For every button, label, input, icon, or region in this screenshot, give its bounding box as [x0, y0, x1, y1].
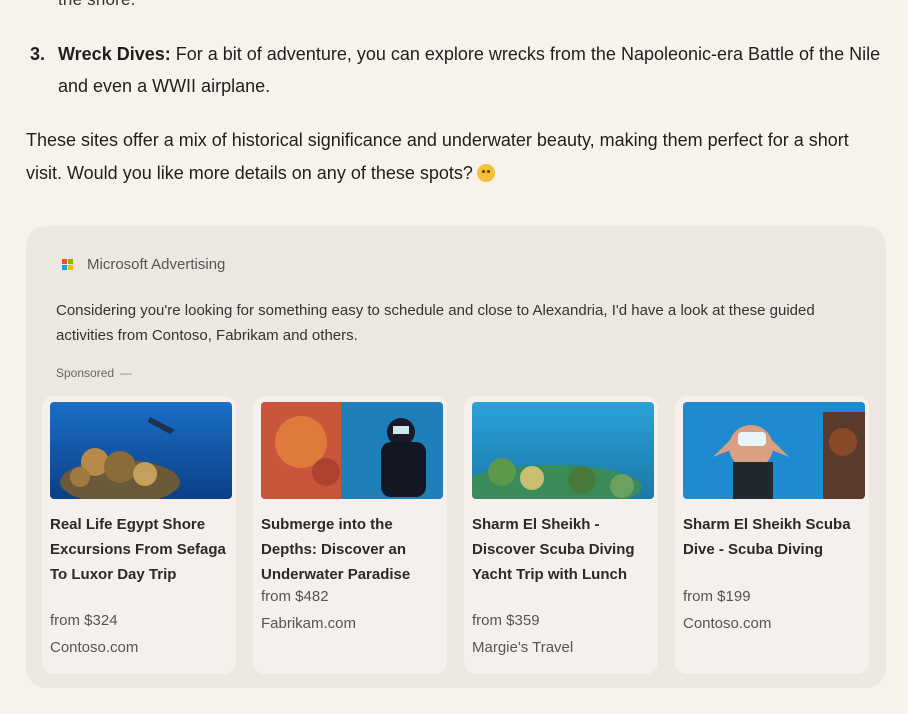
card-title[interactable]: Real Life Egypt Shore Excursions From Se…	[50, 512, 232, 587]
logo-red	[62, 259, 67, 264]
previous-text-fragment: the shore.	[58, 0, 136, 10]
card-site: Contoso.com	[50, 639, 139, 656]
ad-header: Microsoft Advertising	[62, 256, 225, 273]
logo-green	[68, 259, 73, 264]
card-site: Contoso.com	[683, 615, 772, 632]
ad-card-item[interactable]: Sharm El Sheikh - Discover Scuba Diving …	[464, 396, 658, 674]
card-title[interactable]: Sharm El Sheikh Scuba Dive - Scuba Divin…	[683, 512, 865, 562]
logo-yellow	[68, 265, 73, 270]
ad-description: Considering you're looking for something…	[56, 302, 815, 344]
list-text: For a bit of adventure, you can explore …	[58, 44, 881, 96]
sponsored-menu-icon[interactable]: —	[120, 366, 132, 380]
list-number: 3.	[30, 44, 46, 64]
ad-card-item[interactable]: Real Life Egypt Shore Excursions From Se…	[42, 396, 236, 674]
card-price: from $199	[683, 588, 751, 605]
card-site: Margie's Travel	[472, 639, 574, 656]
list-term: Wreck Dives:	[58, 44, 171, 64]
paragraph-text: These sites offer a mix of historical si…	[26, 130, 849, 183]
ad-card: Microsoft Advertising Considering you're…	[26, 226, 886, 688]
ad-card-item[interactable]: Submerge into the Depths: Discover an Un…	[253, 396, 447, 674]
sponsored-label: Sponsored —	[56, 366, 132, 380]
smile-emoji-icon	[476, 164, 495, 182]
ad-brand-label: Microsoft Advertising	[87, 256, 226, 273]
card-image-scuba-diver[interactable]	[261, 402, 443, 499]
card-site: Fabrikam.com	[261, 615, 357, 632]
chat-paragraph: These sites offer a mix of historical si…	[26, 124, 866, 190]
card-title[interactable]: Sharm El Sheikh - Discover Scuba Diving …	[472, 512, 654, 587]
card-price: from $482	[261, 588, 329, 605]
card-price: from $359	[472, 612, 540, 629]
ad-card-item[interactable]: Sharm El Sheikh Scuba Dive - Scuba Divin…	[675, 396, 869, 674]
card-image-reef[interactable]	[472, 402, 654, 499]
logo-blue	[62, 265, 67, 270]
sponsored-text: Sponsored	[56, 366, 115, 380]
card-title[interactable]: Submerge into the Depths: Discover an Un…	[261, 512, 443, 587]
card-image-diver-heart[interactable]	[683, 402, 865, 499]
card-price: from $324	[50, 612, 118, 629]
card-image-coral-reef[interactable]	[50, 402, 232, 499]
microsoft-logo-icon	[62, 259, 73, 270]
list-item-wreck-dives: 3. Wreck Dives: For a bit of adventure, …	[30, 38, 890, 102]
